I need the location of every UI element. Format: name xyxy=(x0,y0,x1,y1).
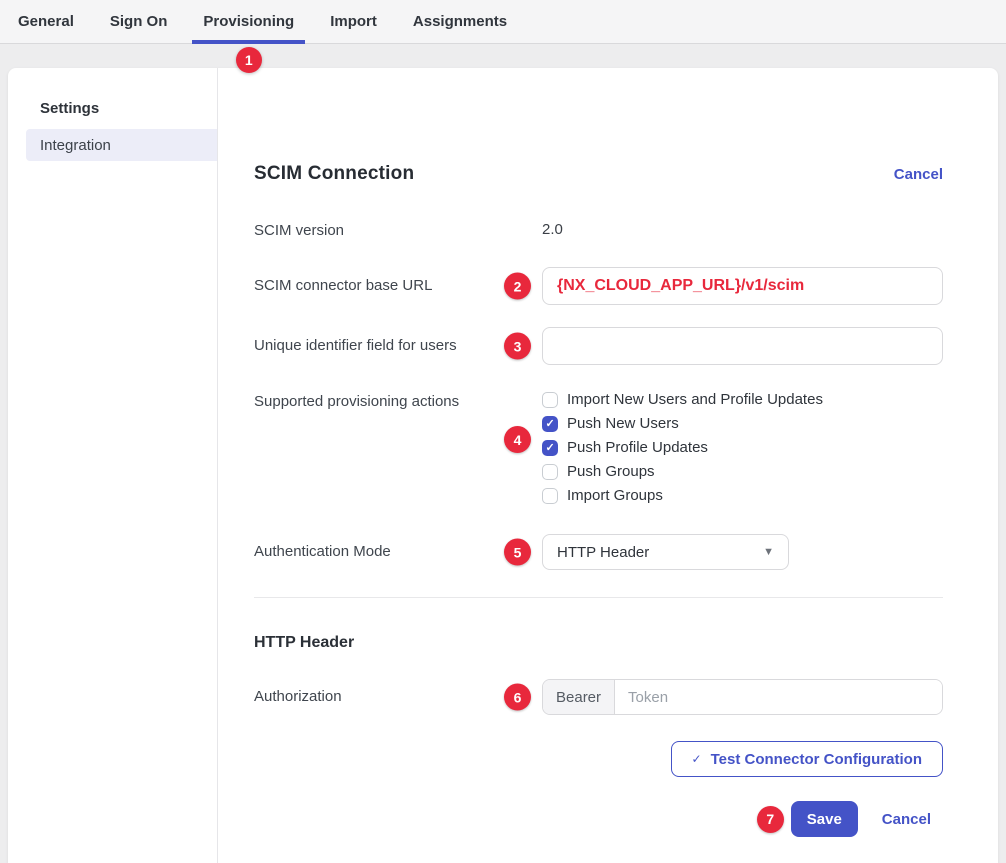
tab-provisioning[interactable]: Provisioning 1 xyxy=(192,0,305,43)
base-url-label: SCIM connector base URL xyxy=(254,267,542,296)
checkbox-import-groups[interactable] xyxy=(542,488,558,504)
checkbox-push-profile-updates[interactable] xyxy=(542,440,558,456)
provisioning-actions-label: Supported provisioning actions xyxy=(254,392,542,412)
authorization-input-group: Bearer xyxy=(542,679,943,715)
tab-general[interactable]: General xyxy=(7,0,85,43)
checkbox-row-push-new-users[interactable]: Push New Users xyxy=(542,416,943,432)
page-title: SCIM Connection xyxy=(254,163,414,185)
authorization-label: Authorization xyxy=(254,679,542,707)
cancel-link-top[interactable]: Cancel xyxy=(894,166,943,183)
checkbox-label: Import Groups xyxy=(567,488,663,504)
step-badge-6: 6 xyxy=(504,684,531,711)
checkbox-import-new-users[interactable] xyxy=(542,392,558,408)
test-connector-label: Test Connector Configuration xyxy=(711,751,922,768)
scim-connection-form: SCIM Connection Cancel SCIM version 2.0 … xyxy=(218,68,998,863)
panel-header: SCIM Connection Cancel xyxy=(254,163,943,185)
authorization-row: Authorization 6 Bearer xyxy=(254,679,943,715)
scim-version-row: SCIM version 2.0 xyxy=(254,221,943,241)
bearer-prefix: Bearer xyxy=(543,680,615,714)
tab-import[interactable]: Import xyxy=(319,0,388,43)
auth-mode-label: Authentication Mode xyxy=(254,534,542,562)
step-badge-2: 2 xyxy=(504,273,531,300)
auth-mode-selected-value: HTTP Header xyxy=(557,544,649,561)
settings-sidebar: Settings Integration xyxy=(8,68,218,863)
unique-id-label: Unique identifier field for users xyxy=(254,327,542,356)
http-header-section-title: HTTP Header xyxy=(254,634,943,652)
save-button[interactable]: Save xyxy=(791,801,858,837)
unique-id-input[interactable] xyxy=(542,327,943,365)
sidebar-header: Settings xyxy=(40,100,217,117)
checkbox-row-import-groups[interactable]: Import Groups xyxy=(542,488,943,504)
scim-version-label: SCIM version xyxy=(254,221,542,241)
checkbox-label: Import New Users and Profile Updates xyxy=(567,392,823,408)
checkbox-label: Push Groups xyxy=(567,464,655,480)
sidebar-item-integration[interactable]: Integration xyxy=(26,129,217,161)
auth-mode-select[interactable]: HTTP Header ▼ xyxy=(542,534,789,570)
token-input[interactable] xyxy=(615,680,942,714)
test-connector-row: ✓ Test Connector Configuration xyxy=(254,741,943,777)
checkbox-row-push-profile-updates[interactable]: Push Profile Updates xyxy=(542,440,943,456)
checkbox-row-push-groups[interactable]: Push Groups xyxy=(542,464,943,480)
tab-sign-on[interactable]: Sign On xyxy=(99,0,179,43)
cancel-link-bottom[interactable]: Cancel xyxy=(882,811,931,828)
step-badge-7: 7 xyxy=(757,806,784,833)
checkbox-push-groups[interactable] xyxy=(542,464,558,480)
checkbox-push-new-users[interactable] xyxy=(542,416,558,432)
auth-mode-row: Authentication Mode 5 HTTP Header ▼ xyxy=(254,534,943,570)
provisioning-card: Settings Integration SCIM Connection Can… xyxy=(8,68,998,863)
scim-version-value: 2.0 xyxy=(542,221,563,238)
tab-assignments[interactable]: Assignments xyxy=(402,0,518,43)
checkbox-label: Push Profile Updates xyxy=(567,440,708,456)
app-tabbar: General Sign On Provisioning 1 Import As… xyxy=(0,0,1006,44)
step-badge-3: 3 xyxy=(504,333,531,360)
checkbox-row-import-new-users[interactable]: Import New Users and Profile Updates xyxy=(542,392,943,408)
check-icon: ✓ xyxy=(692,752,702,766)
checkbox-label: Push New Users xyxy=(567,416,679,432)
step-badge-1: 1 xyxy=(236,47,262,73)
base-url-input[interactable] xyxy=(542,267,943,305)
provisioning-actions-row: Supported provisioning actions 4 Import … xyxy=(254,392,943,504)
chevron-down-icon: ▼ xyxy=(763,546,774,558)
step-badge-5: 5 xyxy=(504,539,531,566)
section-divider xyxy=(254,597,943,598)
form-footer: 7 Save Cancel xyxy=(254,801,943,837)
step-badge-4: 4 xyxy=(504,426,531,453)
tab-provisioning-label: Provisioning xyxy=(203,13,294,30)
unique-id-row: Unique identifier field for users 3 xyxy=(254,327,943,365)
base-url-row: SCIM connector base URL 2 xyxy=(254,267,943,305)
test-connector-button[interactable]: ✓ Test Connector Configuration xyxy=(671,741,943,777)
